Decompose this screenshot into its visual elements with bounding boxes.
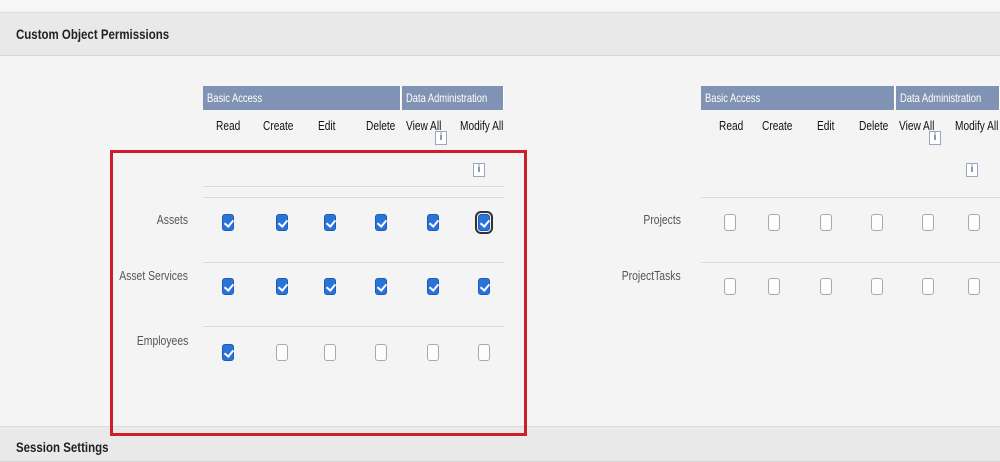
highlight-box	[110, 150, 527, 436]
col-read-right: Read	[719, 118, 744, 133]
checkbox-projecttasks-edit[interactable]	[820, 278, 832, 295]
checkbox-projecttasks-read[interactable]	[724, 278, 736, 295]
data-admin-group-header-right: Data Administration	[896, 86, 1000, 110]
checkbox-projects-view-all[interactable]	[922, 214, 934, 231]
col-modify-all-left: Modify All	[460, 118, 504, 133]
data-admin-group-header-left: Data Administration	[402, 86, 504, 110]
col-delete-right: Delete	[859, 118, 889, 133]
row-label-projecttasks: ProjectTasks	[622, 268, 681, 283]
col-modify-all-right: Modify All	[955, 118, 999, 133]
col-delete-left: Delete	[366, 118, 396, 133]
row-label-projects: Projects	[643, 212, 681, 227]
basic-access-group-header-right: Basic Access	[701, 86, 895, 110]
checkbox-projecttasks-delete[interactable]	[871, 278, 883, 295]
checkbox-projects-create[interactable]	[768, 214, 780, 231]
section-title: Custom Object Permissions	[16, 26, 170, 42]
row-divider	[701, 262, 1000, 263]
row-divider	[701, 197, 1000, 198]
checkbox-projecttasks-modify-all[interactable]	[968, 278, 980, 295]
checkbox-projecttasks-create[interactable]	[768, 278, 780, 295]
checkbox-projects-read[interactable]	[724, 214, 736, 231]
col-edit-right: Edit	[817, 118, 835, 133]
col-create-left: Create	[263, 118, 294, 133]
basic-access-group-header-left: Basic Access	[203, 86, 401, 110]
info-icon[interactable]: i	[435, 131, 447, 145]
info-icon[interactable]: i	[929, 131, 941, 145]
checkbox-projecttasks-view-all[interactable]	[922, 278, 934, 295]
custom-object-permissions-header: Custom Object Permissions	[0, 12, 1000, 56]
info-icon[interactable]: i	[966, 163, 978, 177]
checkbox-projects-edit[interactable]	[820, 214, 832, 231]
checkbox-projects-delete[interactable]	[871, 214, 883, 231]
col-read-left: Read	[216, 118, 241, 133]
col-edit-left: Edit	[318, 118, 336, 133]
checkbox-projects-modify-all[interactable]	[968, 214, 980, 231]
col-create-right: Create	[762, 118, 793, 133]
session-settings-header: Session Settings	[0, 426, 1000, 462]
section-title: Session Settings	[16, 439, 109, 455]
